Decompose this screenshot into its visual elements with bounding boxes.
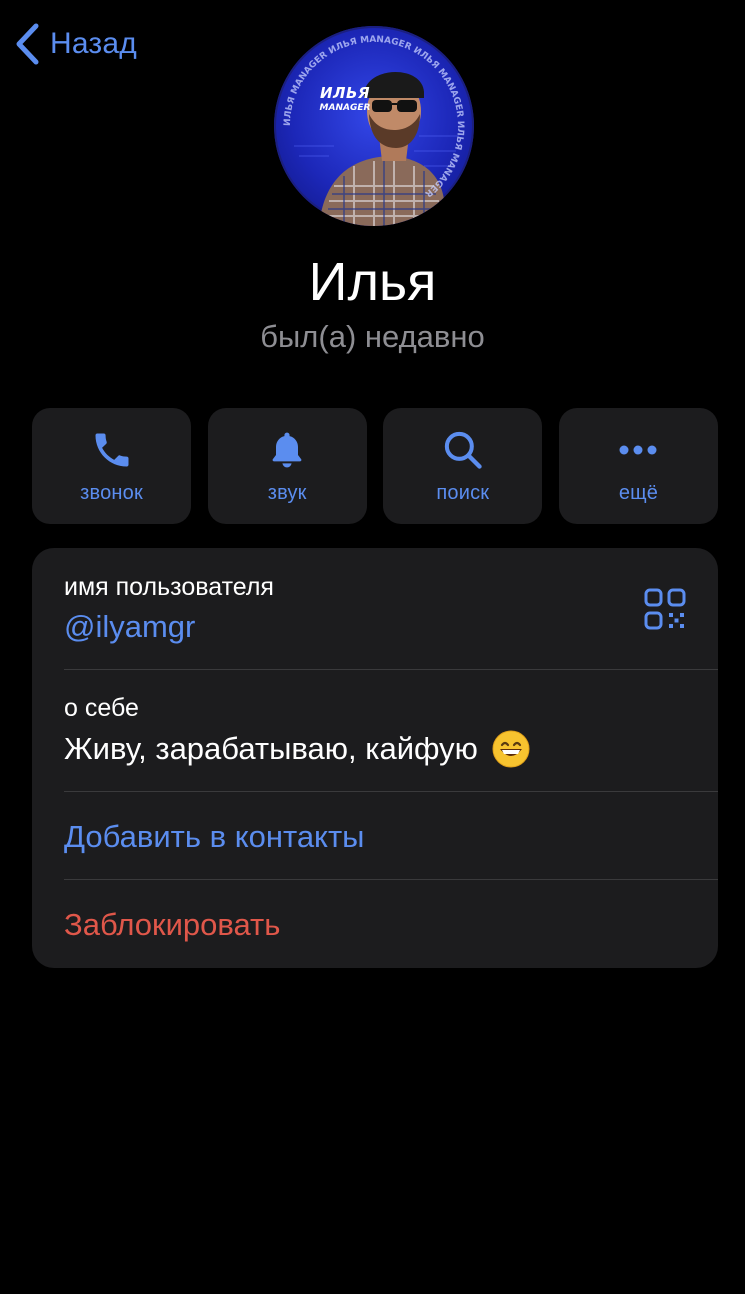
grinning-face-emoji xyxy=(492,730,530,768)
more-label: ещё xyxy=(618,482,659,504)
call-button[interactable]: звонок xyxy=(32,408,191,524)
action-bar: звонок звук поиск ещё xyxy=(32,408,718,524)
profile-avatar[interactable]: ИЛЬЯ MANAGER ИЛЬЯ MANAGER ИЛЬЯ MANAGER И… xyxy=(274,26,474,226)
qr-code-icon xyxy=(644,588,686,630)
bell-icon xyxy=(272,432,302,468)
profile-name: Илья xyxy=(308,252,437,312)
divider xyxy=(64,791,718,792)
search-icon xyxy=(444,431,482,469)
avatar-name-text: ИЛЬЯ xyxy=(320,84,370,102)
search-label: поиск xyxy=(436,482,490,504)
bio-label: о себе xyxy=(64,694,139,722)
qr-code-button[interactable] xyxy=(644,588,686,635)
more-button[interactable]: ещё xyxy=(558,408,718,524)
bio-value: Живу, зарабатываю, кайфую xyxy=(64,731,478,766)
avatar-sub-text: MANAGER xyxy=(319,103,371,113)
back-label: Назад xyxy=(50,27,137,60)
username-label: имя пользователя xyxy=(64,573,274,601)
call-label: звонок xyxy=(80,482,143,504)
add-contact-button[interactable]: Добавить в контакты xyxy=(64,818,718,856)
username-row[interactable]: имя пользователя @ilyamgr xyxy=(64,572,718,646)
back-button[interactable]: Назад xyxy=(14,22,137,66)
phone-icon xyxy=(95,433,128,467)
sound-button[interactable]: звук xyxy=(207,408,367,524)
bio-row: о себе Живу, зарабатываю, кайфую xyxy=(64,693,718,769)
divider xyxy=(64,669,718,670)
sound-label: звук xyxy=(267,482,307,504)
chevron-left-icon xyxy=(16,23,39,65)
avatar-illustration: ИЛЬЯ MANAGER ИЛЬЯ MANAGER ИЛЬЯ MANAGER И… xyxy=(283,35,465,226)
username-value[interactable]: @ilyamgr xyxy=(64,608,718,646)
more-icon xyxy=(619,445,657,455)
search-button[interactable]: поиск xyxy=(383,408,543,524)
block-button[interactable]: Заблокировать xyxy=(64,906,718,944)
profile-status: был(а) недавно xyxy=(260,319,485,354)
divider xyxy=(64,879,718,880)
info-card: имя пользователя @ilyamgr о себе Живу, з… xyxy=(32,548,718,968)
